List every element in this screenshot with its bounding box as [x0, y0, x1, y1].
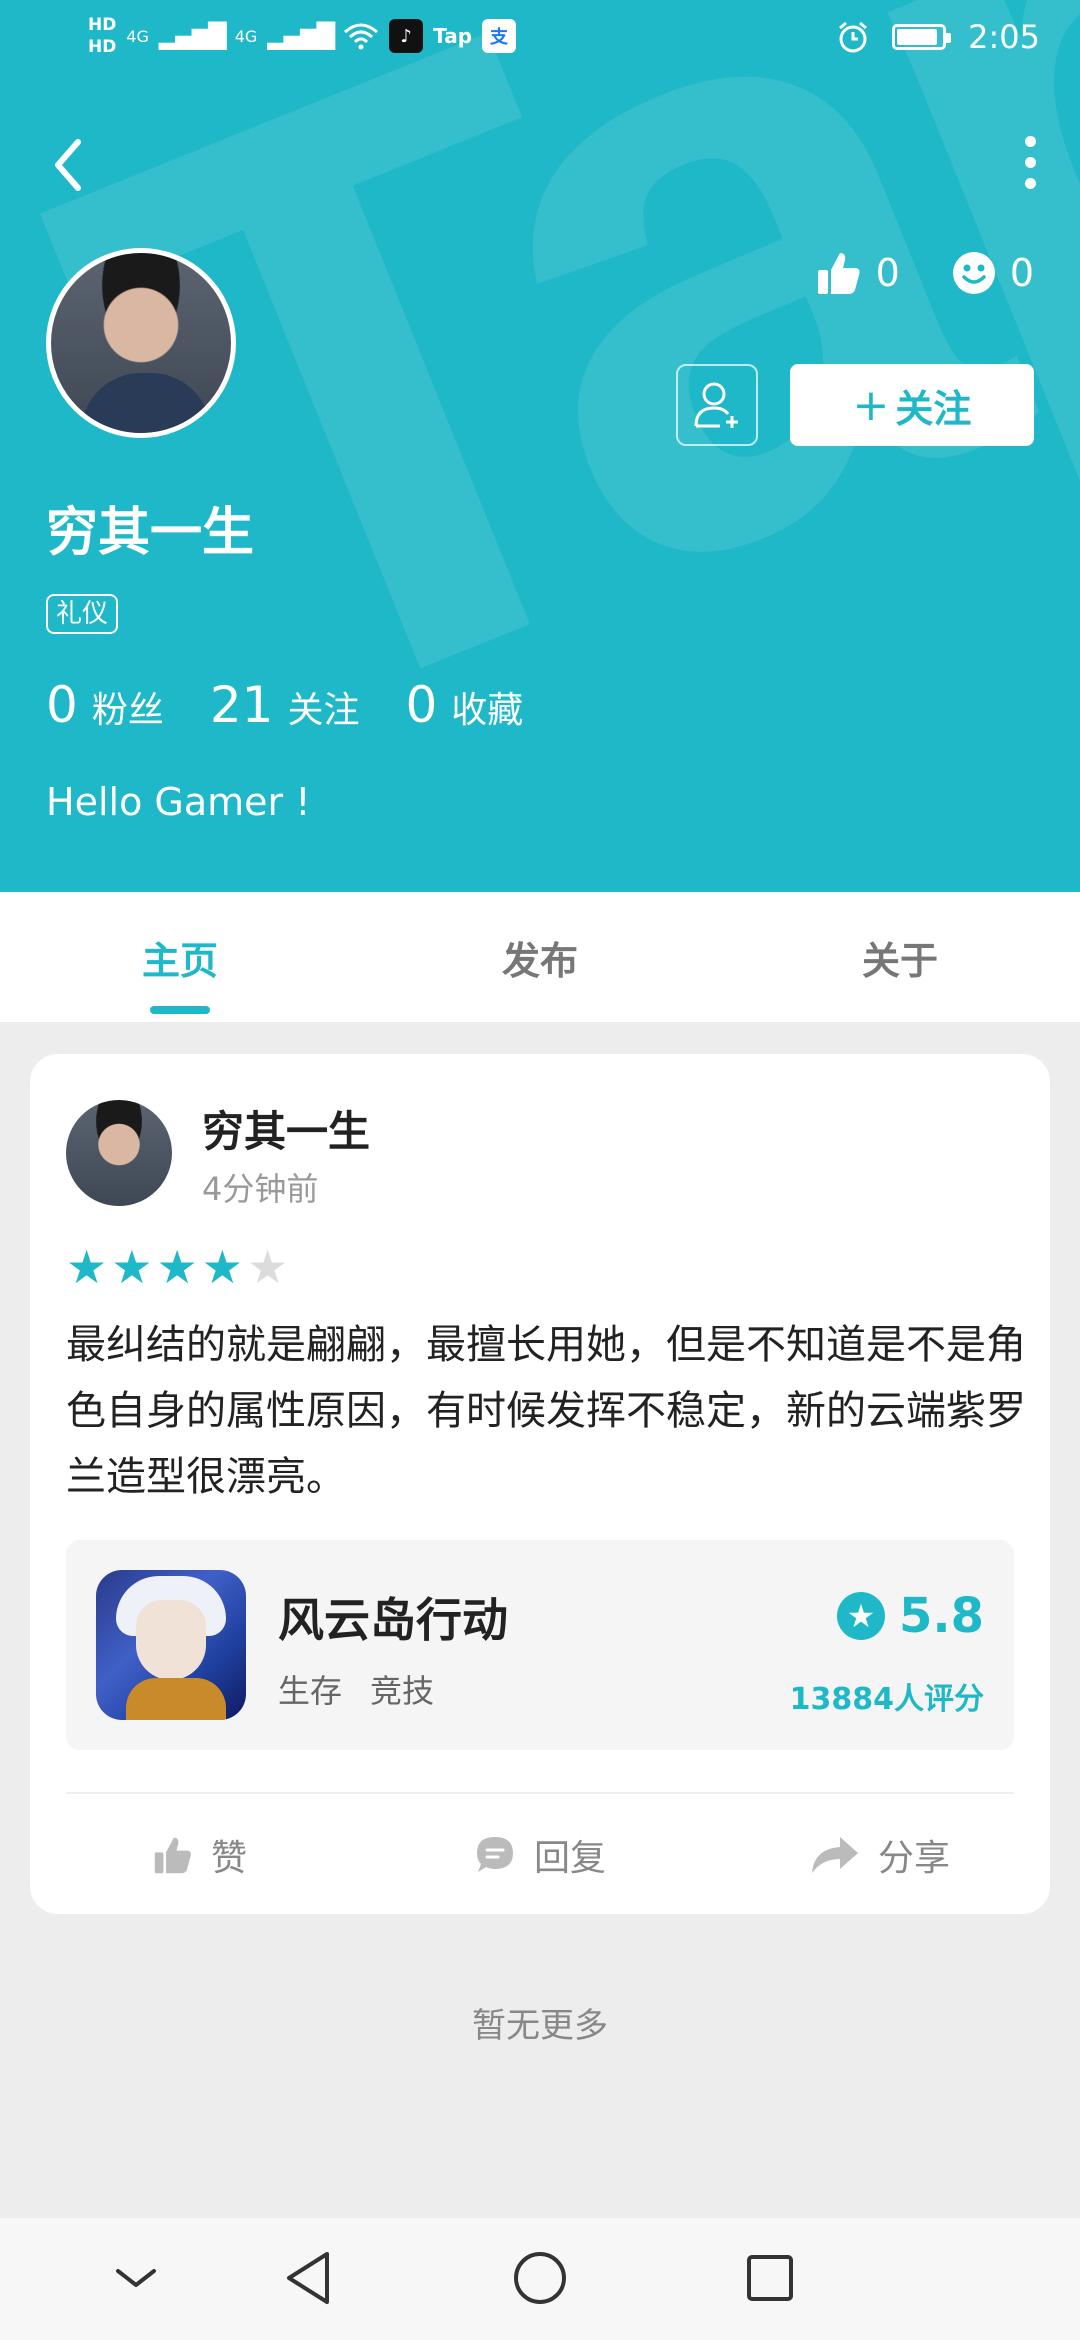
- more-options-button[interactable]: [1018, 136, 1042, 196]
- profile-tabs: 主页 发布 关于: [0, 892, 1080, 1022]
- favorites-count[interactable]: 0 收藏: [405, 676, 523, 734]
- profile-counts: 0 粉丝 21 关注 0 收藏: [46, 676, 523, 734]
- signal-icon: ▂▄▆█: [158, 22, 227, 50]
- share-button[interactable]: 分享: [710, 1796, 1050, 1914]
- followers-count[interactable]: 0 粉丝: [46, 676, 164, 734]
- star-icon: ★: [111, 1240, 153, 1294]
- game-card[interactable]: 风云岛行动 生存 竞技 ★ 5.8 13884人评分: [66, 1540, 1014, 1750]
- star-icon: ★: [836, 1592, 885, 1640]
- review-text: 最纠结的就是翩翩，最擅长用她，但是不知道是不是角色自身的属性原因，有时候发挥不稳…: [66, 1322, 1026, 1500]
- status-bar: HD HD 4G ▂▄▆█ 4G ▂▄▆█ ♪ Tap 支 2:05: [0, 0, 1080, 80]
- more-vertical-icon: [1024, 136, 1036, 147]
- like-label: 赞: [210, 1838, 247, 1879]
- tab-home[interactable]: 主页: [0, 892, 360, 1022]
- square-recents-icon: [747, 2255, 793, 2301]
- star-icon: ★: [247, 1240, 289, 1294]
- game-tag: 生存: [278, 1672, 343, 1710]
- tab-about[interactable]: 关于: [720, 892, 1080, 1022]
- share-label: 分享: [877, 1838, 950, 1879]
- user-badge[interactable]: 礼仪: [46, 594, 119, 634]
- profile-avatar[interactable]: [46, 248, 236, 438]
- game-tag: 竞技: [370, 1672, 435, 1710]
- review-actions: 赞 回复 分享: [30, 1796, 1050, 1914]
- review-timestamp: 4分钟前: [202, 1170, 319, 1208]
- clock-time: 2:05: [968, 18, 1040, 56]
- game-name: 风云岛行动: [278, 1593, 508, 1647]
- star-icon: ★: [156, 1240, 198, 1294]
- plus-icon: +: [852, 379, 890, 431]
- chevron-down-icon: [116, 2269, 156, 2287]
- follow-label: 关注: [895, 386, 972, 431]
- likes-count: 0: [875, 251, 900, 295]
- network-label-2: 4G: [234, 26, 258, 46]
- tab-posts[interactable]: 发布: [360, 892, 720, 1022]
- profile-name: 穷其一生: [46, 503, 255, 563]
- hd-badge-2: HD: [88, 37, 117, 57]
- triangle-back-icon: [287, 2252, 329, 2304]
- system-nav-bar: [0, 2218, 1080, 2340]
- alarm-icon: [839, 21, 868, 53]
- add-friend-button[interactable]: [676, 364, 758, 446]
- nav-recents-button[interactable]: [740, 2248, 800, 2308]
- game-score: ★ 5.8: [836, 1588, 984, 1644]
- thumbs-up-icon: [817, 253, 860, 294]
- reaction-stats: 0 0: [816, 250, 1034, 296]
- like-button[interactable]: 赞: [30, 1796, 370, 1914]
- hide-nav-button[interactable]: [106, 2248, 166, 2308]
- follow-button[interactable]: + 关注: [790, 364, 1034, 446]
- profile-bio: Hello Gamer !: [46, 780, 311, 824]
- network-label-1: 4G: [126, 26, 149, 46]
- game-tags: 生存 竞技: [278, 1666, 434, 1712]
- game-rating-count: 13884人评分: [789, 1682, 984, 1717]
- share-icon: [811, 1837, 858, 1873]
- review-star-rating: ★ ★ ★ ★ ★: [66, 1244, 288, 1290]
- taptap-watermark: Tap: [0, 0, 1080, 892]
- back-button[interactable]: [44, 132, 94, 198]
- smile-icon: [952, 252, 995, 294]
- tiktok-icon: ♪: [389, 19, 424, 53]
- taptap-app-icon: Tap: [433, 24, 473, 48]
- add-user-icon: [694, 382, 738, 428]
- circle-home-icon: [514, 2252, 566, 2304]
- game-score-value: 5.8: [898, 1588, 984, 1644]
- divider: [66, 1792, 1014, 1794]
- battery-icon: [892, 24, 952, 50]
- thumbs-up-icon: [154, 1837, 191, 1874]
- smiles-stat[interactable]: 0: [952, 251, 1034, 295]
- chevron-left-icon: [55, 139, 81, 191]
- likes-stat[interactable]: 0: [816, 250, 900, 296]
- no-more-text: 暂无更多: [472, 2006, 608, 2046]
- profile-header: Tap HD HD 4G ▂▄▆█ 4G ▂▄▆█ ♪ Tap 支 2:05 0…: [0, 0, 1080, 892]
- smiles-count: 0: [1009, 251, 1034, 295]
- reply-label: 回复: [533, 1838, 606, 1879]
- star-icon: ★: [66, 1240, 108, 1294]
- hd-badge-1: HD: [88, 15, 117, 35]
- review-author-avatar[interactable]: [66, 1100, 172, 1206]
- alipay-icon: 支: [482, 19, 517, 53]
- review-author-name[interactable]: 穷其一生: [202, 1098, 370, 1159]
- star-icon: ★: [201, 1240, 243, 1294]
- nav-home-button[interactable]: [510, 2248, 570, 2308]
- signal-icon-2: ▂▄▆█: [267, 22, 335, 50]
- following-count[interactable]: 21 关注: [210, 676, 360, 734]
- comment-icon: [476, 1837, 513, 1872]
- reply-button[interactable]: 回复: [370, 1796, 710, 1914]
- game-icon: [96, 1570, 246, 1720]
- nav-back-button[interactable]: [278, 2248, 338, 2308]
- review-card[interactable]: 穷其一生 4分钟前 ★ ★ ★ ★ ★ 最纠结的就是翩翩，最擅长用她，但是不知道是不是角…: [30, 1054, 1050, 1914]
- wifi-icon: [344, 23, 379, 50]
